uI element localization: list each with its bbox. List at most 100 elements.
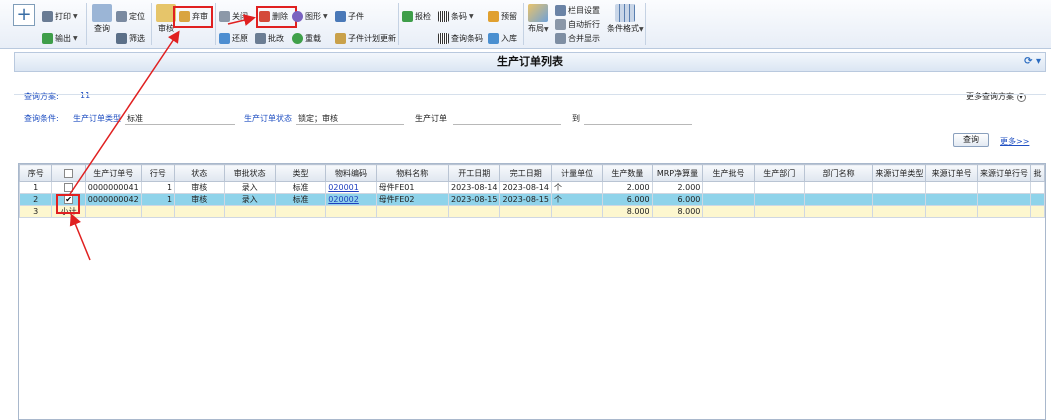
- column-header[interactable]: 生产订单号: [84, 164, 142, 182]
- empty-cell: [702, 181, 755, 194]
- add-icon[interactable]: +: [13, 4, 35, 26]
- report-check-icon: [402, 11, 413, 22]
- export-button[interactable]: 输出 ▼: [42, 33, 78, 44]
- subtotal-row: 3 小计 8.000 8.000: [19, 205, 1045, 218]
- column-header[interactable]: 状态: [174, 164, 225, 182]
- empty-cell: [325, 205, 377, 218]
- layout-button[interactable]: 布局▼: [528, 4, 549, 34]
- refresh-icon[interactable]: ⟳ ▾: [1024, 56, 1041, 68]
- order-type-input[interactable]: 标准: [127, 113, 143, 124]
- cell-unit: 个: [550, 193, 604, 206]
- empty-cell: [872, 193, 927, 206]
- highlight-delete-box: [256, 6, 297, 28]
- reload-button[interactable]: 重载: [292, 33, 321, 44]
- child-plan-update-button[interactable]: 子件计划更新: [335, 33, 396, 44]
- close-button[interactable]: 关闭: [219, 11, 248, 22]
- column-header[interactable]: 生产部门: [753, 164, 805, 182]
- locate-button[interactable]: 定位: [116, 11, 145, 22]
- column-header[interactable]: 物料编码: [325, 164, 377, 182]
- to-label: 到: [572, 114, 580, 123]
- column-settings-button[interactable]: 栏目设置: [555, 5, 600, 16]
- cell-end: 2023-08-14: [499, 181, 552, 194]
- conditional-format-button[interactable]: 条件格式▼: [607, 4, 644, 34]
- empty-cell: [375, 205, 449, 218]
- material-code-link[interactable]: 020001: [328, 183, 359, 192]
- table-row[interactable]: 1 0000000041 1 审核 录入 标准 020001 母件FE01 2023-08-14…: [19, 181, 1045, 194]
- empty-cell: [925, 205, 978, 218]
- restore-button[interactable]: 还原: [219, 33, 248, 44]
- table-row[interactable]: 2 ✔ 0000000042 1 审核 录入 标准 020002 母件FE02 2023-08-1…: [19, 193, 1045, 206]
- column-header[interactable]: 来源订单号: [925, 164, 978, 182]
- column-header[interactable]: 部门名称: [803, 164, 874, 182]
- column-header[interactable]: 类型: [274, 164, 327, 182]
- child-button[interactable]: 子件: [335, 11, 364, 22]
- cell-start: 2023-08-15: [447, 193, 501, 206]
- order-no-from-input[interactable]: [453, 124, 561, 125]
- order-table: 序号 生产订单号 行号 状态 审批状态 类型 物料编码 物料名称 开工日期 完工日期 计量单位 生产数…: [19, 164, 1045, 218]
- row-checkbox[interactable]: [64, 183, 74, 192]
- column-header[interactable]: 来源订单行号: [976, 164, 1031, 182]
- print-button[interactable]: 打印 ▼: [42, 11, 78, 22]
- subtotal-label: 小计: [51, 205, 86, 218]
- highlight-unaudit-box: [173, 6, 213, 28]
- subtotal-qty: 8.000: [602, 205, 653, 218]
- select-all-checkbox[interactable]: [64, 168, 74, 178]
- column-header[interactable]: [51, 164, 86, 182]
- graph-icon: [292, 11, 303, 22]
- column-header[interactable]: 来源订单类型: [872, 164, 927, 182]
- column-header[interactable]: 审批状态: [223, 164, 276, 182]
- query-barcode-button[interactable]: 查询条码: [438, 33, 483, 44]
- column-header[interactable]: 物料名称: [375, 164, 449, 182]
- empty-cell: [223, 205, 276, 218]
- cell-approval: 录入: [223, 181, 276, 194]
- more-conditions-link[interactable]: 更多>>: [1000, 136, 1029, 147]
- filter-button[interactable]: 筛选: [116, 33, 145, 44]
- filter-icon: [116, 33, 127, 44]
- reserve-button[interactable]: 预留: [488, 11, 517, 22]
- conditional-format-icon: [615, 4, 636, 22]
- cell-name: 母件FE01: [375, 181, 449, 194]
- close-icon: [219, 11, 230, 22]
- column-header[interactable]: 完工日期: [499, 164, 552, 182]
- row-checkbox[interactable]: ✔: [64, 195, 74, 204]
- barcode-button[interactable]: 条码 ▼: [438, 11, 474, 22]
- locate-icon: [116, 11, 127, 22]
- order-type-label: 生产订单类型: [73, 114, 121, 123]
- order-no-to-input[interactable]: [584, 124, 692, 125]
- column-header[interactable]: 序号: [19, 164, 53, 182]
- empty-cell: [702, 193, 755, 206]
- warehouse-in-button[interactable]: 入库: [488, 33, 517, 44]
- merge-display-button[interactable]: 合并显示: [555, 33, 600, 44]
- empty-cell: [925, 181, 978, 194]
- query-button[interactable]: 查询: [92, 4, 112, 34]
- barcode-icon: [438, 11, 449, 22]
- column-header[interactable]: 生产数量: [602, 164, 653, 182]
- column-header[interactable]: 行号: [140, 164, 176, 182]
- auto-wrap-button[interactable]: 自动折行: [555, 19, 600, 30]
- column-header[interactable]: 开工日期: [447, 164, 501, 182]
- column-header[interactable]: 批: [1029, 164, 1045, 182]
- column-header[interactable]: 计量单位: [550, 164, 604, 182]
- printer-icon: [42, 11, 53, 22]
- restore-icon: [219, 33, 230, 44]
- scheme-value[interactable]: 11: [80, 91, 90, 100]
- empty-cell: [803, 181, 874, 194]
- empty-cell: [84, 205, 142, 218]
- cell-mrp: 2.000: [651, 181, 704, 194]
- column-header[interactable]: MRP净算量: [651, 164, 704, 182]
- subtotal-seq: 3: [19, 205, 53, 218]
- batch-edit-button[interactable]: 批改: [255, 33, 284, 44]
- order-status-input[interactable]: 锁定；审核: [298, 113, 338, 124]
- graph-button[interactable]: 图形 ▼: [292, 11, 328, 22]
- order-grid: 序号 生产订单号 行号 状态 审批状态 类型 物料编码 物料名称 开工日期 完工日期 计量单位 生产数…: [18, 163, 1046, 420]
- query-submit-button[interactable]: 查询: [953, 133, 989, 147]
- cell-status: 审核: [174, 193, 225, 206]
- page-title-bar: 生产订单列表 ⟳ ▾: [14, 52, 1046, 72]
- material-code-link[interactable]: 020002: [328, 195, 359, 204]
- reserve-icon: [488, 11, 499, 22]
- more-schemes-link[interactable]: 更多查询方案 ▾: [966, 91, 1026, 102]
- column-header[interactable]: 生产批号: [702, 164, 755, 182]
- cell-start: 2023-08-14: [447, 181, 501, 194]
- empty-cell: [140, 205, 176, 218]
- report-check-button[interactable]: 报检: [402, 11, 431, 22]
